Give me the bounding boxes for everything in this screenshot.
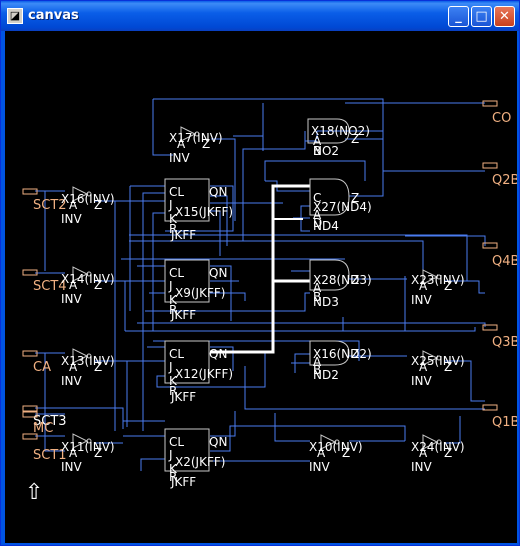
x12-pin-qn: QN: [209, 347, 227, 361]
minimize-button[interactable]: _: [448, 6, 469, 27]
x9-pin-j: J: [168, 279, 173, 293]
x2-pin-qn: QN: [209, 435, 227, 449]
x2-pin-cl: CL: [169, 435, 184, 449]
schematic-canvas[interactable]: SCT2 SCT4 CA SCT3 MC SCT1 CO Q2B Q4B Q3B…: [5, 31, 517, 543]
x12-pin-cl: CL: [169, 347, 184, 361]
x23-cell: INV: [411, 293, 433, 307]
x27-cell: ND4: [313, 219, 339, 233]
x23-pin-z: Z: [444, 279, 452, 293]
right-ports[interactable]: CO Q2B Q4B Q3B Q1B: [482, 100, 517, 430]
x12-name: X12(JKFF): [175, 367, 233, 381]
x28-pin-z: Z: [351, 273, 359, 287]
port-q2b-terminal: [482, 162, 498, 169]
schematic[interactable]: SCT2 SCT4 CA SCT3 MC SCT1 CO Q2B Q4B Q3B…: [5, 31, 517, 543]
x26-cell: ND2: [313, 368, 339, 382]
x25-pin-a: A: [419, 360, 428, 374]
x12-cell: JKFF: [170, 390, 196, 404]
port-co-terminal: [482, 100, 498, 107]
x26-name: X16(ND2): [313, 347, 372, 361]
x18-pin-z: Z: [351, 132, 359, 146]
title-bar[interactable]: ◪ canvas _ □ ✕: [1, 1, 519, 31]
app-window-icon[interactable]: ◪: [7, 8, 23, 24]
x16-pin-z: Z: [94, 198, 102, 212]
port-q4b-label: Q4B: [492, 254, 517, 269]
close-button[interactable]: ✕: [494, 6, 515, 27]
x24-cell: INV: [411, 460, 433, 474]
x17-pin-a: A: [177, 137, 186, 151]
x2-pin-j: J: [168, 448, 173, 462]
x18-cell: NO2: [313, 144, 339, 158]
x11-pin-z: Z: [94, 446, 102, 460]
port-q2b-label: Q2B: [492, 173, 517, 188]
x10-pin-z: Z: [342, 446, 350, 460]
x2-name: X2(JKFF): [175, 455, 225, 469]
x28-cell: ND3: [313, 295, 339, 309]
x9-cell: JKFF: [170, 308, 196, 322]
x11-cell: INV: [61, 460, 83, 474]
port-sct4-terminal: [22, 269, 38, 276]
port-q3b-label: Q3B: [492, 335, 517, 350]
x9-name: X9(JKFF): [175, 286, 225, 300]
x13-pin-a: A: [69, 360, 78, 374]
canvas-window: ◪ canvas _ □ ✕ SCT2 SCT4 CA SCT3 MC SCT1…: [0, 0, 520, 546]
up-arrow-icon: ⇧: [25, 480, 43, 505]
x9-pin-cl: CL: [169, 266, 184, 280]
x15-cell: JKFF: [170, 228, 196, 242]
port-sct3-terminal: [22, 405, 38, 412]
x15-pin-cl: CL: [169, 185, 184, 199]
x12-pin-j: J: [168, 360, 173, 374]
port-ca-terminal: [22, 350, 38, 357]
x25-pin-z: Z: [444, 360, 452, 374]
x13-pin-z: Z: [94, 360, 102, 374]
x15-pin-qn: QN: [209, 185, 227, 199]
x11-pin-a: A: [69, 446, 78, 460]
port-q1b-terminal: [482, 404, 498, 411]
x16-pin-a: A: [69, 198, 78, 212]
port-co-label: CO: [492, 111, 511, 126]
x23-pin-a: A: [419, 279, 428, 293]
x17-pin-z: Z: [202, 137, 210, 151]
x15-pin-j: J: [168, 198, 173, 212]
x13-cell: INV: [61, 374, 83, 388]
window-title: canvas: [28, 8, 79, 23]
x14-pin-z: Z: [94, 278, 102, 292]
port-q1b-label: Q1B: [492, 415, 517, 430]
x25-cell: INV: [411, 374, 433, 388]
x16-cell: INV: [61, 212, 83, 226]
x14-cell: INV: [61, 292, 83, 306]
x28-name: X28(ND3): [313, 273, 372, 287]
x26-pin-z: Z: [351, 347, 359, 361]
maximize-button[interactable]: □: [471, 6, 492, 27]
x24-pin-z: Z: [444, 446, 452, 460]
port-sct2-terminal: [22, 188, 38, 195]
x14-pin-a: A: [69, 278, 78, 292]
x15-name: X15(JKFF): [175, 205, 233, 219]
x27-name: X27(ND4): [313, 200, 372, 214]
x10-pin-a: A: [317, 446, 326, 460]
x10-cell: INV: [309, 460, 331, 474]
x17-cell: INV: [169, 151, 191, 165]
port-ca-label: CA: [33, 360, 51, 375]
x24-pin-a: A: [419, 446, 428, 460]
x2-cell: JKFF: [170, 475, 196, 489]
x9-pin-qn: QN: [209, 266, 227, 280]
